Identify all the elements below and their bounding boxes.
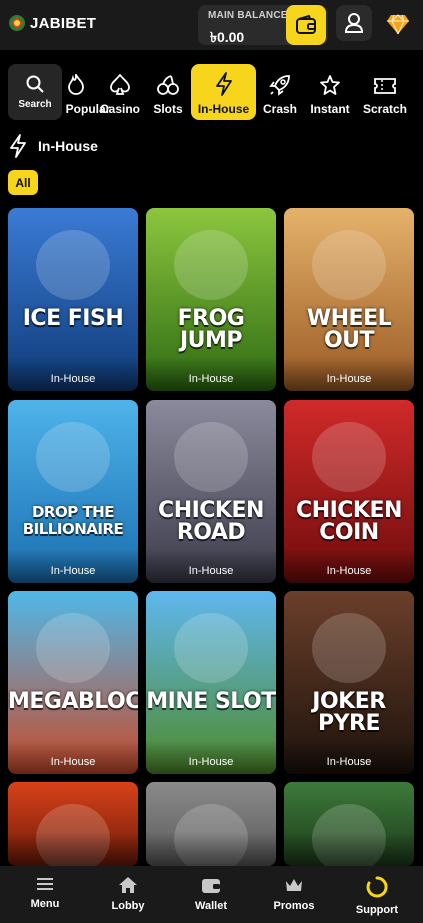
filter-all-button[interactable]: All [8, 170, 38, 195]
game-category-label: In-House [50, 756, 96, 768]
nav-wallet[interactable]: Wallet [176, 876, 246, 912]
game-title: CHICKEN ROAD [158, 498, 264, 545]
home-icon [119, 877, 137, 893]
game-category-label: In-House [188, 756, 234, 768]
nav-support[interactable]: Support [342, 876, 412, 916]
nav-label: Wallet [195, 900, 227, 912]
balance-value: ৳0.00 [210, 29, 245, 45]
game-category-label: In-House [326, 373, 372, 385]
game-art-figure [174, 230, 248, 300]
game-card[interactable] [284, 782, 414, 866]
tab-label: Slots [153, 102, 183, 116]
spinner-icon [366, 876, 388, 898]
game-art-figure [312, 613, 386, 683]
game-category-label: In-House [188, 373, 234, 385]
category-nav: Search Popular Casino Slots In-House Cra… [0, 58, 423, 124]
game-title: MINE SLOT [146, 689, 276, 714]
wallet-icon [202, 879, 220, 893]
game-card[interactable]: DROP THE BILLIONAIRE In-House [8, 400, 138, 583]
game-category-label: In-House [50, 373, 96, 385]
nav-label: Promos [273, 900, 315, 912]
nav-label: Lobby [111, 900, 145, 912]
game-category-label: In-House [188, 565, 234, 577]
game-card[interactable]: ICE FISH In-House [8, 208, 138, 391]
game-card[interactable]: WHEEL OUT In-House [284, 208, 414, 391]
game-title: WHEEL OUT [306, 306, 392, 353]
game-title: MEGABLOCK [8, 689, 138, 714]
game-art-figure [36, 230, 110, 300]
game-card[interactable]: CHICKEN ROAD In-House [146, 400, 276, 583]
profile-button[interactable] [336, 5, 372, 41]
ticket-icon [374, 78, 396, 94]
game-art-figure [174, 613, 248, 683]
tab-label: Instant [310, 102, 350, 116]
game-card[interactable]: MINE SLOT In-House [146, 591, 276, 774]
game-card[interactable] [8, 782, 138, 866]
tab-in-house[interactable]: In-House [191, 64, 256, 120]
game-title: FROG JUMP [177, 306, 245, 353]
tab-crash[interactable]: Crash [259, 64, 301, 120]
tab-slots[interactable]: Slots [148, 64, 188, 120]
game-category-label: In-House [326, 565, 372, 577]
game-card[interactable]: JOKER PYRE In-House [284, 591, 414, 774]
section-title: In-House [38, 138, 98, 154]
search-icon [26, 75, 44, 93]
top-header: JABIBET MAIN BALANCE ৳0.00 [0, 0, 423, 50]
game-card[interactable]: MEGABLOCK In-House [8, 591, 138, 774]
nav-lobby[interactable]: Lobby [93, 876, 163, 912]
crown-icon [286, 879, 302, 891]
tab-label: Scratch [362, 102, 408, 116]
nav-menu[interactable]: Menu [10, 876, 80, 910]
hamburger-icon [37, 878, 53, 890]
game-art-figure [174, 422, 248, 492]
logo-mark-icon [9, 15, 25, 31]
nav-label: Menu [30, 898, 60, 910]
game-title: DROP THE BILLIONAIRE [22, 503, 124, 538]
tab-instant[interactable]: Instant [307, 64, 353, 120]
tab-label: Casino [99, 102, 140, 116]
balance-label: MAIN BALANCE [208, 10, 288, 21]
tab-casino[interactable]: Casino [98, 64, 142, 120]
user-icon [344, 13, 364, 33]
wallet-icon [296, 15, 316, 34]
game-art-figure [36, 422, 110, 492]
game-art-figure [36, 613, 110, 683]
lightning-icon [10, 134, 26, 158]
nav-promos[interactable]: Promos [259, 876, 329, 912]
game-card[interactable]: FROG JUMP In-House [146, 208, 276, 391]
game-title: ICE FISH [22, 306, 124, 331]
tab-scratch[interactable]: Scratch [362, 64, 408, 120]
game-category-label: In-House [50, 565, 96, 577]
fire-icon [68, 74, 84, 95]
brand-name: JABIBET [30, 14, 97, 32]
brand-logo[interactable]: JABIBET [8, 14, 96, 32]
game-title: CHICKEN COIN [296, 498, 402, 545]
bottom-nav: Menu Lobby Wallet Promos Support [0, 866, 423, 923]
section-header: In-House [8, 134, 98, 158]
cherry-icon [157, 75, 179, 95]
game-title: JOKER PYRE [312, 689, 386, 736]
wallet-button[interactable] [286, 5, 326, 45]
card-shade [146, 832, 276, 866]
game-card[interactable] [146, 782, 276, 866]
game-card[interactable]: CHICKEN COIN In-House [284, 400, 414, 583]
game-category-label: In-House [326, 756, 372, 768]
nav-label: Support [355, 904, 399, 916]
star-icon [320, 75, 340, 95]
spade-icon [110, 74, 130, 95]
search-label: Search [18, 99, 52, 110]
lightning-icon [215, 72, 232, 96]
rocket-icon [269, 75, 290, 96]
card-shade [284, 832, 414, 866]
vip-diamond-icon[interactable] [386, 12, 410, 36]
game-art-figure [312, 230, 386, 300]
tab-label: Crash [262, 102, 297, 116]
search-button[interactable]: Search [8, 64, 62, 120]
game-art-figure [312, 422, 386, 492]
card-shade [8, 832, 138, 866]
tab-label: In-House [197, 102, 250, 116]
